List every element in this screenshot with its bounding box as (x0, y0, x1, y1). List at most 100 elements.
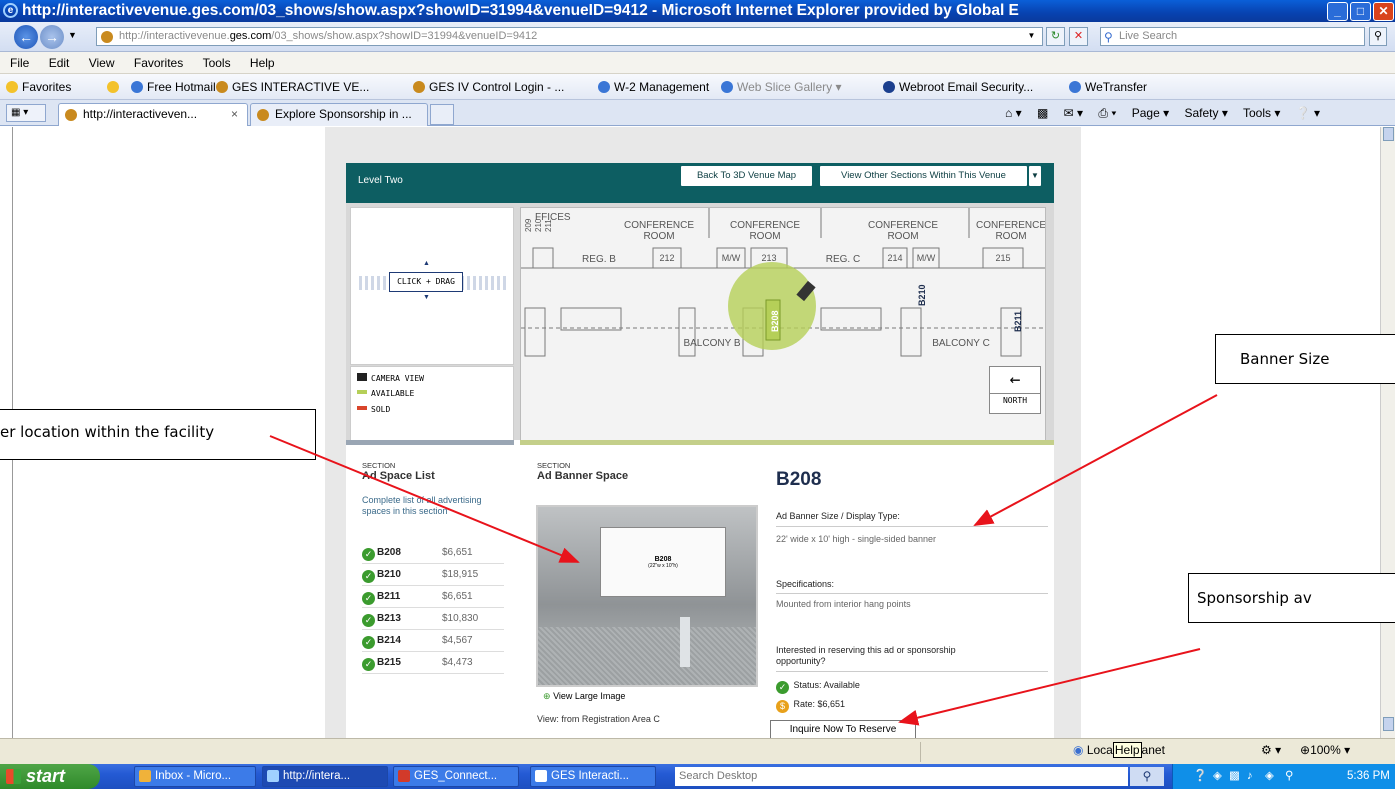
minimap[interactable]: CLICK + DRAG ▲ ▼ (350, 207, 514, 365)
address-toolbar: ← → ▼ http://interactivevenue.ges.com/03… (0, 22, 1395, 52)
safety-menu[interactable]: Safety ▾ (1184, 106, 1227, 120)
page-menu[interactable]: Page ▾ (1132, 106, 1169, 120)
feeds-icon[interactable]: ▩ (1037, 106, 1048, 120)
ie-icon: e (3, 3, 18, 18)
favorites-button[interactable]: Favorites (6, 74, 72, 99)
help-tray-icon[interactable]: ❔ (1193, 764, 1207, 789)
tray-icon[interactable]: ◈ (1213, 764, 1222, 789)
history-dropdown-icon[interactable]: ▼ (68, 30, 77, 40)
fav-web-slice-gallery[interactable]: Web Slice Gallery ▾ (721, 74, 842, 99)
sections-dropdown-icon[interactable]: ▼ (1028, 165, 1042, 187)
window-title: http://interactivevenue.ges.com/03_shows… (22, 2, 1019, 19)
ad-row-b213[interactable]: ✓ B213 $10,830 (362, 608, 504, 630)
b210-map-label: B210 (917, 284, 927, 306)
fav-w2-management[interactable]: W-2 Management (598, 74, 709, 99)
task-label: http://intera... (283, 770, 351, 782)
tab-explore-sponsorship[interactable]: Explore Sponsorship in ... (250, 103, 428, 126)
protected-mode-icon[interactable]: ⚙ ▾ (1261, 743, 1281, 757)
window-icon (535, 770, 547, 782)
start-button[interactable]: start (0, 764, 100, 789)
tools-menu[interactable]: Tools ▾ (1243, 106, 1280, 120)
list-stripe (346, 440, 514, 445)
close-window-button[interactable]: ✕ (1373, 2, 1394, 21)
status-row: ✓ Status: Available (776, 680, 1048, 694)
menu-tools[interactable]: Tools (203, 56, 231, 70)
close-tab-icon[interactable]: × (231, 104, 238, 125)
divider (776, 671, 1048, 672)
search-go-button[interactable]: ⚲ (1369, 27, 1387, 46)
banner-photo[interactable]: B208 (22"w x 10"h) (536, 505, 758, 687)
menu-help[interactable]: Help (250, 56, 275, 70)
add-favorites-button[interactable] (107, 74, 123, 99)
menu-file[interactable]: File (10, 56, 29, 70)
task-ie[interactable]: http://intera... (262, 766, 388, 787)
ad-row-b215[interactable]: ✓ B215 $4,473 (362, 652, 504, 674)
fav-webroot[interactable]: Webroot Email Security... (883, 74, 1033, 99)
menu-bar: File Edit View Favorites Tools Help (0, 52, 1395, 74)
balcony-b-label: BALCONY B (683, 338, 740, 349)
ad-row-b214[interactable]: ✓ B214 $4,567 (362, 630, 504, 652)
level-title: Level Two (358, 175, 403, 186)
minimap-drag-viewport[interactable]: CLICK + DRAG (389, 272, 463, 292)
help-icon[interactable]: ❔ ▾ (1296, 106, 1320, 120)
callout-location: er location within the facility (0, 409, 316, 460)
outlook-icon (139, 770, 151, 782)
task-inbox[interactable]: Inbox - Micro... (134, 766, 256, 787)
detail-header: SECTION Ad Banner Space (537, 461, 628, 482)
menu-view[interactable]: View (89, 56, 115, 70)
tab-interactivevenue[interactable]: http://interactiveven... × (58, 103, 248, 126)
view-large-image-link[interactable]: ⊕ View Large Image (543, 691, 625, 702)
antivirus-icon[interactable]: ◈ (1265, 764, 1274, 789)
vertical-scrollbar[interactable] (1380, 127, 1395, 738)
favorites-label: Favorites (22, 80, 72, 94)
task-ges-connect[interactable]: GES_Connect... (393, 766, 519, 787)
ad-row-b211[interactable]: ✓ B211 $6,651 (362, 586, 504, 608)
zone-indicator[interactable]: ◉ Loca Help anet (1073, 742, 1165, 758)
photo-banner: B208 (22"w x 10"h) (600, 527, 726, 597)
fav-ges-control-login[interactable]: GES IV Control Login - ... (413, 74, 564, 99)
refresh-button[interactable]: ↻ (1046, 27, 1065, 46)
network-icon[interactable]: ▩ (1229, 764, 1240, 789)
stop-button[interactable]: ✕ (1069, 27, 1088, 46)
live-search-input[interactable]: ⚲ Live Search (1100, 27, 1365, 46)
address-field[interactable]: http://interactivevenue.ges.com/03_shows… (96, 27, 1043, 46)
new-tab-button[interactable] (430, 104, 454, 125)
url-prefix: http://interactivevenue. (119, 30, 230, 42)
desktop-search-button[interactable]: ⚲ (1130, 767, 1164, 786)
forward-button[interactable]: → (40, 25, 64, 49)
menu-edit[interactable]: Edit (49, 56, 70, 70)
floor-map[interactable]: FFICES CONFERENCE ROOM CONFERENCE ROOM C… (520, 207, 1046, 451)
ad-row-b208[interactable]: ✓ B208 $6,651 (362, 542, 504, 564)
home-icon[interactable]: ⌂ ▾ (1005, 106, 1022, 120)
fav-ges-interactive[interactable]: GES INTERACTIVE VE... (216, 74, 369, 99)
callout-banner-size: Banner Size (1215, 334, 1395, 384)
search-tray-icon[interactable]: ⚲ (1285, 764, 1293, 789)
print-icon[interactable]: ⎙ ▾ (1098, 106, 1116, 120)
volume-icon[interactable]: ♪ (1247, 764, 1253, 789)
ad-list-description: Complete list of all advertising spaces … (362, 495, 482, 516)
other-sections-button[interactable]: View Other Sections Within This Venue (819, 165, 1028, 187)
quick-tabs-icon[interactable]: ▦ ▾ (6, 104, 46, 122)
back-button[interactable]: ← (14, 25, 38, 49)
fav-free-hotmail[interactable]: Free Hotmail (131, 74, 216, 99)
back-to-3d-map-button[interactable]: Back To 3D Venue Map (680, 165, 813, 187)
check-icon: ✓ (362, 548, 375, 561)
task-ges-interactive[interactable]: GES Interacti... (530, 766, 656, 787)
scroll-down-button[interactable] (1383, 717, 1394, 731)
photo-banner-code: B208 (654, 556, 672, 563)
desktop-search-input[interactable]: Search Desktop (675, 767, 1128, 786)
room-212-label: 212 (659, 253, 674, 263)
maximize-button[interactable]: □ (1350, 2, 1371, 21)
status-bar: ◉ Loca Help anet ⚙ ▾ ⊕100% ▾ (0, 738, 1395, 764)
command-bar: ⌂ ▾ ▩ ✉ ▾ ⎙ ▾ Page ▾ Safety ▾ Tools ▾ ❔ … (1005, 100, 1332, 126)
ad-row-b210[interactable]: ✓ B210 $18,915 (362, 564, 504, 586)
zoom-control[interactable]: ⊕100% ▾ (1300, 743, 1350, 757)
inquire-button[interactable]: Inquire Now To Reserve (770, 720, 916, 738)
menu-favorites[interactable]: Favorites (134, 56, 183, 70)
minimize-button[interactable]: _ (1327, 2, 1348, 21)
scroll-up-button[interactable] (1383, 127, 1394, 141)
available-swatch (357, 390, 367, 394)
fav-wetransfer[interactable]: WeTransfer (1069, 74, 1147, 99)
address-dropdown-icon[interactable]: ▼ (1024, 29, 1039, 44)
mail-icon[interactable]: ✉ ▾ (1064, 106, 1083, 120)
